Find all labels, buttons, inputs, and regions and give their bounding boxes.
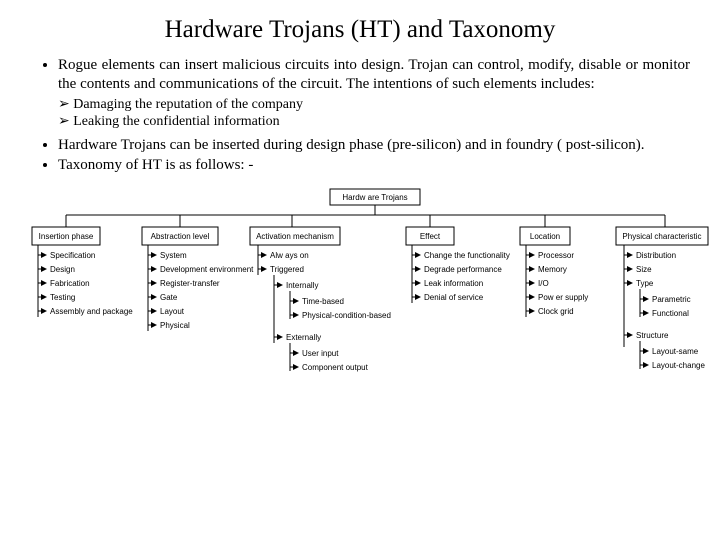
svg-text:Parametric: Parametric — [652, 295, 691, 304]
sub-bullet-list: Damaging the reputation of the company L… — [58, 96, 690, 130]
svg-text:Type: Type — [636, 279, 654, 288]
svg-text:Physical: Physical — [160, 321, 190, 330]
svg-text:Size: Size — [636, 265, 652, 274]
svg-text:Distribution: Distribution — [636, 251, 676, 260]
svg-text:Layout: Layout — [160, 307, 185, 316]
cat-3-sub2a-2: Physical-condition-based — [302, 311, 391, 320]
cat-6-label: Physical characteristic — [622, 232, 701, 241]
bullet-3: Taxonomy of HT is as follows: - — [58, 156, 690, 175]
bullet-2: Hardware Trojans can be inserted during … — [58, 136, 690, 155]
cat-5-label: Location — [530, 232, 560, 241]
svg-text:Gate: Gate — [160, 293, 178, 302]
cat-4-label: Effect — [420, 232, 441, 241]
svg-text:Layout-same: Layout-same — [652, 347, 699, 356]
cat-6-items: Distribution Size Type Parametric Functi… — [624, 251, 705, 370]
cat-3-sub2b-1: User input — [302, 349, 339, 358]
svg-text:Assembly and package: Assembly and package — [50, 307, 133, 316]
svg-text:System: System — [160, 251, 187, 260]
bullet-1: Rogue elements can insert malicious circ… — [58, 56, 690, 94]
svg-text:Structure: Structure — [636, 331, 669, 340]
slide: Hardware Trojans (HT) and Taxonomy Rogue… — [0, 0, 720, 540]
svg-text:Development environment: Development environment — [160, 265, 254, 274]
svg-text:Specification: Specification — [50, 251, 95, 260]
svg-text:Alw ays on: Alw ays on — [270, 251, 309, 260]
svg-text:Pow er supply: Pow er supply — [538, 293, 588, 302]
svg-text:Testing: Testing — [50, 293, 75, 302]
cat-3-sub-1: Internally — [286, 281, 318, 290]
cat-3-sub-2: Externally — [286, 333, 321, 342]
svg-text:Denial of service: Denial of service — [424, 293, 484, 302]
taxonomy-diagram: Hardw are Trojans Insertion phase Specif… — [30, 187, 710, 447]
cat-5-items: Processor Memory I/O Pow er supply Clock… — [526, 251, 588, 316]
svg-text:Design: Design — [50, 265, 75, 274]
svg-text:Leak information: Leak information — [424, 279, 483, 288]
cat-3-label: Activation mechanism — [256, 232, 334, 241]
sub-bullet-1: Damaging the reputation of the company — [58, 96, 690, 113]
slide-title: Hardware Trojans (HT) and Taxonomy — [30, 16, 690, 44]
cat-2-items: System Development environment Register-… — [148, 251, 254, 330]
cat-4-items: Change the functionality Degrade perform… — [412, 251, 510, 302]
svg-text:Functional: Functional — [652, 309, 689, 318]
svg-text:Register-transfer: Register-transfer — [160, 279, 220, 288]
bullet-list: Rogue elements can insert malicious circ… — [40, 56, 690, 94]
svg-text:Memory: Memory — [538, 265, 567, 274]
svg-text:Clock grid: Clock grid — [538, 307, 574, 316]
cat-2-label: Abstraction level — [151, 232, 210, 241]
bullet-list-2: Hardware Trojans can be inserted during … — [40, 136, 690, 176]
svg-text:Change the functionality: Change the functionality — [424, 251, 510, 260]
sub-bullet-2: Leaking the confidential information — [58, 113, 690, 130]
cat-3-sub2b-2: Component output — [302, 363, 369, 372]
svg-text:Layout-change: Layout-change — [652, 361, 705, 370]
cat-1-label: Insertion phase — [39, 232, 94, 241]
svg-text:Processor: Processor — [538, 251, 574, 260]
cat-3-sub2a-1: Time-based — [302, 297, 344, 306]
svg-text:Triggered: Triggered — [270, 265, 304, 274]
svg-text:Fabrication: Fabrication — [50, 279, 90, 288]
cat-1-items: Specification Design Fabrication Testing… — [38, 251, 133, 316]
cat-3-items: Alw ays on Triggered — [258, 251, 309, 274]
root-label: Hardw are Trojans — [342, 193, 407, 202]
svg-text:I/O: I/O — [538, 279, 549, 288]
svg-text:Degrade performance: Degrade performance — [424, 265, 502, 274]
